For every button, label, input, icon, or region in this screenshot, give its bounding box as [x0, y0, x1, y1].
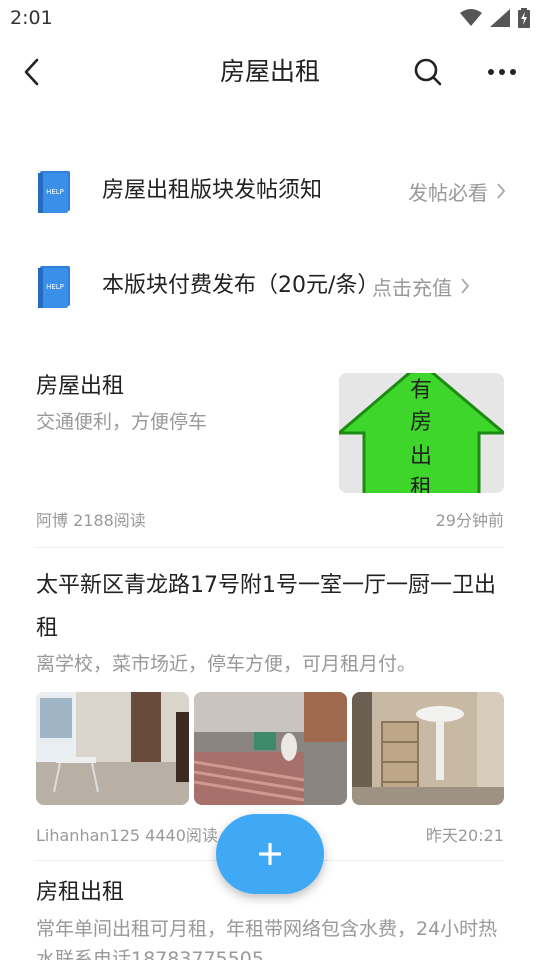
help-book-icon: HELP — [38, 266, 70, 308]
notice-posting-rules[interactable]: HELP 房屋出租版块发帖须知 发帖必看 — [36, 168, 506, 214]
notice-link[interactable]: 发帖必看 — [408, 177, 506, 206]
svg-text:出: 出 — [410, 444, 432, 469]
notice-link-label: 发帖必看 — [408, 180, 488, 205]
notice-paid-posting[interactable]: HELP 本版块付费发布（20元/条） 点击充值 — [36, 250, 506, 322]
search-icon — [414, 58, 442, 86]
status-time: 2:01 — [10, 7, 53, 29]
bathroom-photo-image — [352, 692, 504, 805]
post-photo — [352, 692, 504, 805]
post-time: 29分钟前 — [435, 511, 504, 530]
notice-text: 本版块付费发布（20元/条） — [102, 273, 380, 298]
post-thumbnail: 有 房 出 租 — [339, 373, 504, 493]
app-bar: 房屋出租 — [0, 36, 540, 108]
add-post-button[interactable] — [216, 814, 324, 894]
house-for-rent-sign-image: 有 房 出 租 — [339, 373, 504, 493]
room-photo-image — [36, 692, 189, 805]
signal-icon — [490, 9, 510, 27]
svg-text:租: 租 — [410, 476, 432, 493]
post-description: 常年单间出租可月租，年租带网络包含水费，24小时热水联系电话1878377550… — [36, 918, 498, 960]
post-time: 昨天20:21 — [425, 826, 504, 845]
post-item[interactable]: 太平新区青龙路17号附1号一室一厅一厨一卫出租 离学校，菜市场近，停车方便，可月… — [36, 564, 504, 845]
battery-icon — [518, 8, 530, 28]
wifi-icon — [460, 9, 482, 26]
post-author-views: Lihanhan125 4440阅读 — [36, 826, 218, 845]
search-button[interactable] — [408, 54, 448, 90]
svg-text:HELP: HELP — [46, 283, 64, 291]
divider — [36, 547, 504, 548]
plus-icon — [259, 843, 281, 865]
status-icons — [460, 7, 530, 29]
post-item[interactable]: 房屋出租 交通便利，方便停车 有 房 出 租 阿博 2188阅读 29分钟前 — [36, 365, 504, 530]
more-dots-icon — [488, 69, 516, 75]
svg-text:HELP: HELP — [46, 188, 64, 196]
svg-text:房: 房 — [410, 410, 432, 435]
page-title: 房屋出租 — [219, 57, 320, 86]
chevron-right-icon — [461, 278, 470, 294]
post-title: 太平新区青龙路17号附1号一室一厅一厨一卫出租 — [36, 573, 496, 641]
chevron-right-icon — [497, 183, 506, 199]
help-book-icon: HELP — [38, 171, 70, 213]
post-description: 交通便利，方便停车 — [36, 411, 208, 433]
svg-text:有: 有 — [410, 378, 432, 403]
post-title: 房屋出租 — [36, 374, 125, 399]
more-button[interactable] — [480, 54, 524, 90]
notice-text: 房屋出租版块发帖须知 — [102, 178, 323, 203]
notice-link[interactable]: 点击充值 — [372, 272, 470, 301]
post-photo — [36, 692, 189, 805]
room-photo-image — [194, 692, 347, 805]
post-description: 离学校，菜市场近，停车方便，可月租月付。 — [36, 653, 417, 675]
status-bar: 2:01 — [0, 0, 540, 36]
post-author-views: 阿博 2188阅读 — [36, 511, 146, 530]
notice-link-label: 点击充值 — [372, 275, 452, 300]
post-photo — [194, 692, 347, 805]
